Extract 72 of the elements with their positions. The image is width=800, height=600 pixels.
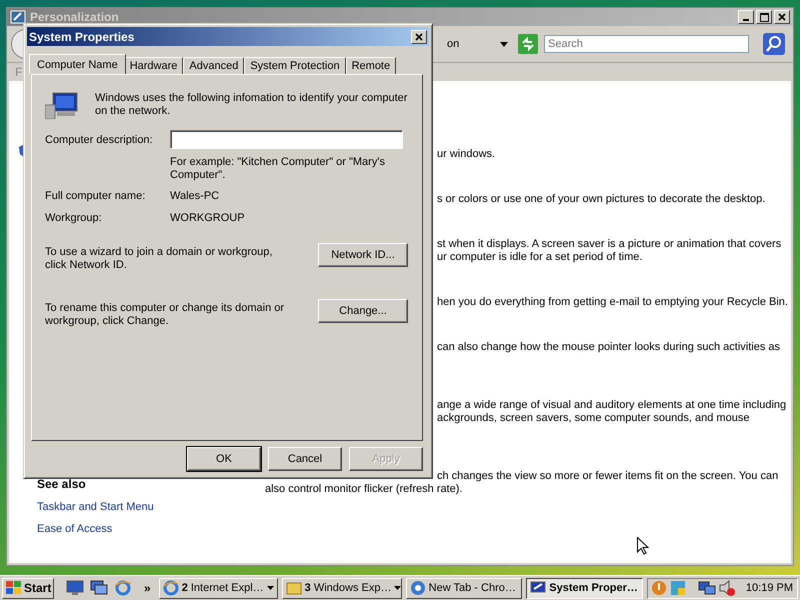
instruction-text: To rename this computer or change its domain or workgroup, click Change.	[45, 302, 286, 328]
tab[interactable]: Advanced	[183, 57, 244, 74]
search-icon	[763, 33, 785, 55]
browser-button[interactable]	[114, 579, 132, 597]
instruction-text: To use a wizard to join a domain or workgroup, click Network ID.	[45, 246, 274, 272]
section-heading: See also	[37, 477, 87, 491]
description-text: ackgrounds, screen savers, some computer sounds, and mouse	[437, 412, 750, 425]
link[interactable]: Ease of Access	[37, 523, 253, 535]
search-field[interactable]: Search	[544, 35, 749, 53]
close-button[interactable]	[411, 30, 427, 44]
start-button[interactable]: Start	[2, 578, 54, 598]
cursor-icon	[637, 537, 649, 555]
refresh-button[interactable]	[518, 34, 538, 54]
tab[interactable]: Remote	[346, 57, 396, 74]
hint-text: For example: "Kitchen Computer" or "Mary's Computer".	[170, 156, 385, 182]
intro-text: Windows uses the following infomation to identify your computer on the network.	[95, 92, 408, 118]
tab[interactable]: System Protection	[244, 57, 346, 74]
field-label: Workgroup:	[45, 212, 103, 224]
window-title: System Properties	[29, 30, 136, 44]
taskbar-button[interactable]: 2 Internet Expl…	[158, 578, 278, 598]
maximize-icon	[760, 12, 768, 22]
browser-icon	[114, 579, 132, 597]
muted-speaker-icon	[718, 580, 735, 596]
tab[interactable]: Computer Name	[29, 54, 126, 74]
windows-flag-icon	[6, 581, 22, 595]
windows-icon	[90, 580, 108, 596]
close-icon	[415, 32, 423, 40]
dialog-button[interactable]: Cancel	[268, 447, 342, 471]
network-icon	[698, 580, 716, 596]
field-label: Full computer name:	[45, 190, 146, 202]
taskbar-button[interactable]: System Proper…	[526, 578, 643, 598]
field-value: WORKGROUP	[170, 212, 246, 224]
dropdown-icon	[500, 42, 508, 46]
description-text: also control monitor flicker (refresh rate).	[264, 483, 464, 496]
description-text: ch changes the view so more or fewer items fit on the screen. You can	[437, 470, 780, 483]
description-text: ange a wide range of visual and auditory elements at one time including	[437, 399, 788, 412]
app-icon	[286, 580, 302, 596]
app-icon	[410, 580, 426, 596]
overflow-button[interactable]: »	[144, 581, 151, 595]
dropdown-icon	[394, 586, 402, 590]
link[interactable]: Taskbar and Start Menu	[37, 501, 253, 513]
app-icon	[162, 580, 179, 596]
search-button[interactable]	[763, 33, 785, 55]
description-text: ur windows.	[437, 148, 496, 161]
computer-icon	[45, 91, 79, 119]
security-icon	[670, 580, 686, 596]
clock: 10:19 PM	[746, 582, 793, 594]
taskbar-button[interactable]: New Tab - Chro…	[406, 578, 522, 598]
desktop-button[interactable]	[66, 580, 84, 596]
description-text: ur computer is idle for a set period of time.	[437, 251, 644, 264]
window-title: Personalization	[30, 10, 120, 24]
maximize-button[interactable]	[756, 10, 772, 24]
description-text: hen you do everything from getting e-mail to emptying your Recycle Bin.	[437, 296, 789, 309]
description-field[interactable]	[170, 130, 403, 149]
dropdown-icon	[266, 586, 274, 590]
action-button[interactable]: Change...	[318, 299, 408, 323]
description-text: s or colors or use one of your own pictures to decorate the desktop.	[437, 193, 766, 206]
field-label: Computer description:	[45, 134, 154, 146]
window-icon	[10, 9, 26, 25]
close-icon	[778, 13, 786, 21]
switch-windows-button[interactable]	[90, 580, 108, 596]
description-text: st when it displays. A screen saver is a picture or animation that covers	[437, 238, 782, 251]
dialog-button[interactable]: OK	[187, 447, 261, 471]
field-value: Wales-PC	[170, 190, 220, 202]
tab[interactable]: Hardware	[124, 57, 184, 74]
taskbar-button[interactable]: 3 Windows Exp…	[282, 578, 402, 598]
monitor-icon	[66, 580, 84, 596]
close-button[interactable]	[774, 10, 790, 24]
minimize-button[interactable]	[738, 10, 754, 24]
refresh-icon	[518, 34, 538, 54]
action-button[interactable]: Network ID...	[318, 243, 408, 267]
description-text: can also change how the mouse pointer looks during such activities as	[437, 341, 782, 354]
